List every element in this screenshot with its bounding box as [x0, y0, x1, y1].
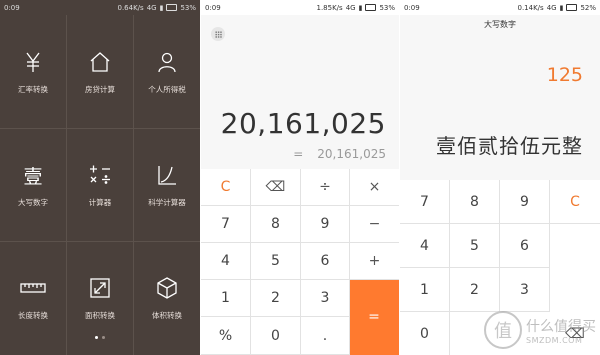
status-time: 0:09 — [404, 3, 420, 12]
digit-4-key[interactable]: 4 — [400, 224, 450, 268]
area-arrows-icon — [87, 275, 113, 301]
status-time: 0:09 — [4, 3, 20, 12]
digit-0-key[interactable]: 0 — [251, 317, 301, 355]
tool-label: 计算器 — [88, 198, 112, 207]
tool-label: 体积转换 — [152, 311, 182, 320]
tool-label: 汇率转换 — [18, 85, 48, 94]
house-icon — [87, 49, 113, 75]
tool-volume[interactable]: 体积转换 — [134, 241, 200, 354]
digit-9-key[interactable]: 9 — [500, 180, 550, 224]
digit-5-key[interactable]: 5 — [450, 224, 500, 268]
battery-icon — [365, 4, 377, 11]
tool-label: 面积转换 — [85, 311, 115, 320]
battery-level: 53% — [379, 3, 395, 12]
signal-icon: ▮ — [159, 3, 164, 12]
digit-1-key[interactable]: 1 — [201, 280, 251, 317]
status-bar: 0:09 1.85K/s 4G ▮ 53% — [201, 0, 399, 15]
page-dot-active — [95, 336, 98, 339]
digit-7-key[interactable]: 7 — [201, 206, 251, 243]
decimal-key[interactable]: . — [301, 317, 350, 355]
status-bar: 0:09 0.14K/s 4G ▮ 52% — [400, 0, 600, 15]
digit-8-key[interactable]: 8 — [450, 180, 500, 224]
network-speed: 0.14K/s — [517, 3, 544, 12]
digit-6-key[interactable]: 6 — [301, 243, 350, 280]
clear-key[interactable]: C — [550, 180, 600, 224]
battery-level: 52% — [580, 3, 596, 12]
minus-key[interactable]: − — [350, 206, 399, 243]
network-type: 4G — [345, 3, 356, 12]
digit-8-key[interactable]: 8 — [251, 206, 301, 243]
tool-income-tax[interactable]: 个人所得税 — [134, 15, 200, 128]
chinese-uppercase-result: 壹佰贰拾伍元整 — [436, 134, 583, 158]
tool-label: 个人所得税 — [148, 85, 186, 94]
network-speed: 1.85K/s — [316, 3, 343, 12]
equals-sign: = — [293, 147, 304, 161]
network-type: 4G — [546, 3, 557, 12]
expression: 20,161,025 — [220, 107, 386, 140]
tool-label: 房贷计算 — [85, 85, 115, 94]
result-value: 20,161,025 — [317, 147, 386, 161]
calculator-panel: 0:09 1.85K/s 4G ▮ 53% 20,161,025 = 20,16… — [201, 0, 399, 355]
calculator-display: 20,161,025 = 20,161,025 — [201, 15, 399, 169]
tools-panel: 0:09 0.64K/s 4G ▮ 53% 汇率转换 房贷计算 个人所得税 壹 … — [0, 0, 200, 355]
menu-grid-button[interactable] — [211, 27, 225, 41]
digit-7-key[interactable]: 7 — [400, 180, 450, 224]
percent-key[interactable]: % — [201, 317, 251, 355]
page-title: 大写数字 — [484, 20, 516, 29]
digit-2-key[interactable]: 2 — [251, 280, 301, 317]
battery-level: 53% — [180, 3, 196, 12]
tool-currency[interactable]: 汇率转换 — [0, 15, 66, 128]
watermark-text: 什么值得买 — [526, 318, 596, 335]
tool-scientific[interactable]: 科学计算器 — [134, 128, 200, 241]
result-line: = 20,161,025 — [293, 147, 386, 161]
uppercase-number-panel: 125 壹佰贰拾伍元整 0:09 0.14K/s 4G ▮ 52% 大写数字 7… — [400, 0, 600, 355]
calculator-keypad: C ⌫ ÷ × 7 8 9 − 4 5 6 + 1 2 3 = % 0 . — [201, 169, 399, 355]
watermark-domain: SMZDM.COM — [526, 335, 583, 345]
tool-label: 科学计算器 — [148, 198, 186, 207]
tool-uppercase-number[interactable]: 壹 大写数字 — [0, 128, 66, 241]
digit-1-key[interactable]: 1 — [400, 268, 450, 312]
plus-key[interactable]: + — [350, 243, 399, 280]
equals-key[interactable]: = — [350, 280, 399, 355]
page-indicator — [95, 336, 105, 339]
tool-length[interactable]: 长度转换 — [0, 241, 66, 354]
status-time: 0:09 — [205, 3, 221, 12]
tool-calculator[interactable]: 计算器 — [67, 128, 133, 241]
tool-label: 大写数字 — [18, 198, 48, 207]
digit-5-key[interactable]: 5 — [251, 243, 301, 280]
digit-0-key[interactable]: 0 — [400, 312, 450, 355]
network-speed: 0.64K/s — [117, 3, 144, 12]
clear-key[interactable]: C — [201, 169, 251, 206]
tool-label: 长度转换 — [18, 311, 48, 320]
digit-4-key[interactable]: 4 — [201, 243, 251, 280]
status-bar: 0:09 0.64K/s 4G ▮ 53% — [0, 0, 200, 15]
tool-mortgage[interactable]: 房贷计算 — [67, 15, 133, 128]
digit-3-key[interactable]: 3 — [500, 268, 550, 312]
watermark-icon: 值 — [484, 311, 522, 349]
calculator-icon — [87, 162, 113, 188]
multiply-key[interactable]: × — [350, 169, 399, 206]
digit-6-key[interactable]: 6 — [500, 224, 550, 268]
signal-icon: ▮ — [358, 3, 363, 12]
backspace-key[interactable]: ⌫ — [251, 169, 301, 206]
scientific-graph-icon — [154, 162, 180, 188]
watermark-logo: 值 什么值得买 SMZDM.COM — [484, 311, 596, 349]
digit-2-key[interactable]: 2 — [450, 268, 500, 312]
battery-icon — [166, 4, 178, 11]
grid-icon — [214, 30, 222, 38]
page-dot — [102, 336, 105, 339]
battery-icon — [566, 4, 578, 11]
person-icon — [154, 49, 180, 75]
digit-3-key[interactable]: 3 — [301, 280, 350, 317]
input-number: 125 — [546, 64, 583, 86]
chinese-numeral-icon: 壹 — [23, 165, 43, 188]
network-type: 4G — [146, 3, 157, 12]
signal-icon: ▮ — [559, 3, 564, 12]
divide-key[interactable]: ÷ — [301, 169, 350, 206]
currency-yen-icon — [20, 49, 46, 75]
conversion-display: 125 壹佰贰拾伍元整 — [400, 15, 600, 180]
cube-icon — [154, 275, 180, 301]
ruler-icon — [20, 275, 46, 301]
digit-9-key[interactable]: 9 — [301, 206, 350, 243]
